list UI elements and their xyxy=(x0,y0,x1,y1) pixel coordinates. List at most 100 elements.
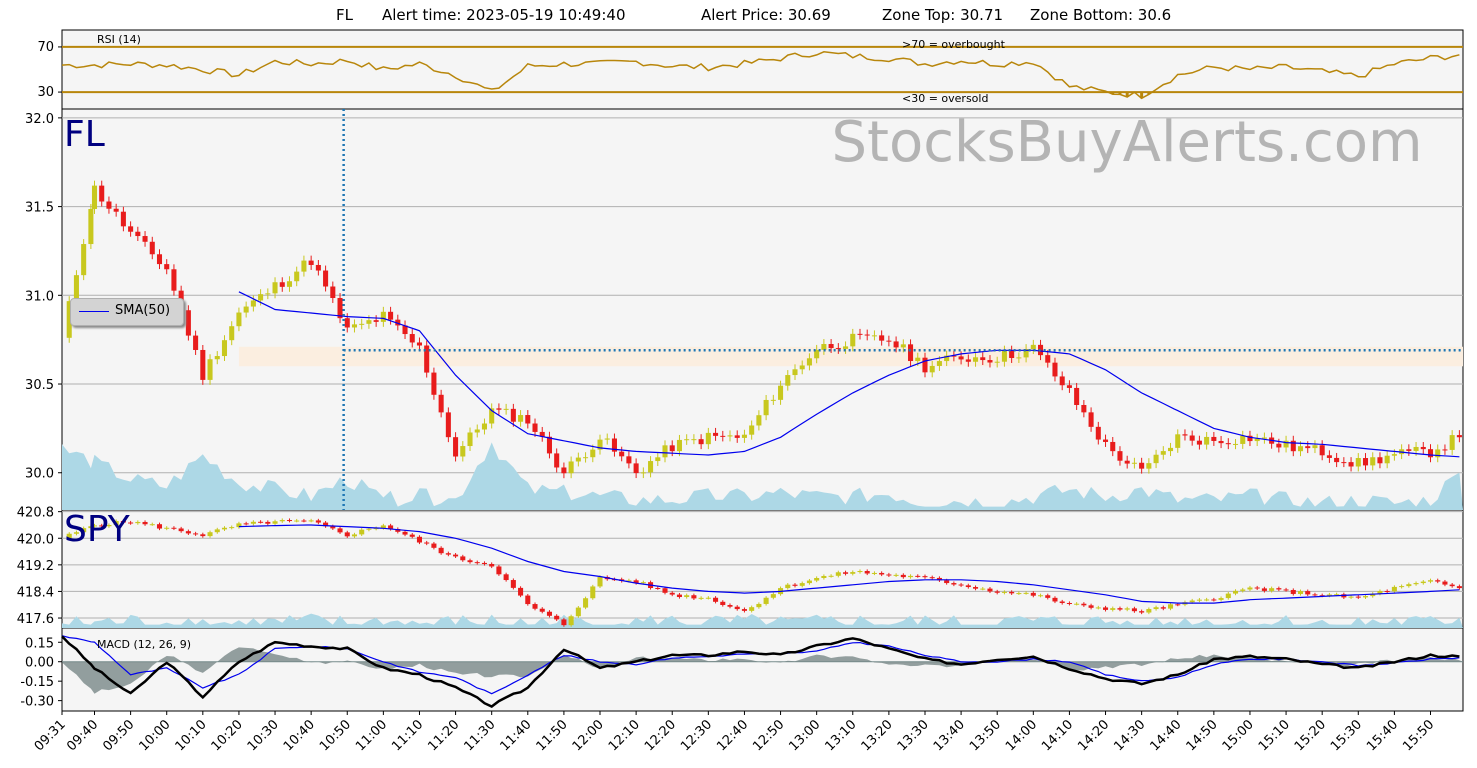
macd-ytick-label: -0.30 xyxy=(20,695,54,710)
x-tick-label: 10:30 xyxy=(245,717,282,754)
fl-candle xyxy=(1153,454,1159,464)
spy-candle xyxy=(1175,604,1181,606)
spy-candle xyxy=(1312,594,1318,596)
rsi-ytick-label: 30 xyxy=(37,85,54,100)
spy-candle xyxy=(243,523,249,525)
x-tick-label: 11:40 xyxy=(498,717,535,754)
spy-candle xyxy=(655,588,661,590)
fl-candle xyxy=(323,270,329,287)
spy-candle xyxy=(221,527,228,530)
fl-candle xyxy=(1189,435,1195,441)
fl-candle xyxy=(1131,462,1137,464)
spy-candle xyxy=(1297,591,1304,594)
spy-candle xyxy=(763,597,769,604)
fl-candle xyxy=(1103,439,1109,442)
spy-candle xyxy=(525,595,531,605)
spy-candle xyxy=(1074,603,1080,605)
x-tick-label: 12:50 xyxy=(750,717,787,754)
spy-candle xyxy=(315,520,321,523)
spy-candle xyxy=(366,528,372,530)
spy-candle xyxy=(590,586,596,599)
spy-candle xyxy=(980,588,986,590)
fl-candle xyxy=(135,231,141,237)
spy-candle xyxy=(178,528,184,532)
fl-candle xyxy=(1001,350,1007,362)
x-tick-label: 10:40 xyxy=(281,717,318,754)
x-tick-label: 13:40 xyxy=(931,717,968,754)
spy-candle xyxy=(510,580,516,588)
fl-candle xyxy=(344,318,350,328)
spy-candle xyxy=(474,562,480,564)
spy-candle xyxy=(467,560,473,563)
spy-candle xyxy=(344,532,350,537)
rsi-overbought-label: >70 = overbought xyxy=(902,38,1006,51)
spy-candle xyxy=(691,595,697,599)
spy-candle xyxy=(1196,599,1202,601)
fl-candle xyxy=(1449,435,1455,450)
spy-candle xyxy=(1254,587,1260,589)
spy-candle xyxy=(193,533,199,535)
spy-candle xyxy=(857,571,863,573)
spy-ytick-label: 420.0 xyxy=(17,532,54,547)
fl-candle xyxy=(886,340,892,342)
fl-candle xyxy=(445,412,451,438)
spy-candle xyxy=(1146,609,1152,613)
fl-candle xyxy=(778,385,784,400)
fl-candle xyxy=(503,408,509,410)
fl-candle xyxy=(294,271,300,282)
spy-candle xyxy=(337,528,343,533)
x-tick-label: 14:50 xyxy=(1184,717,1221,754)
fl-candle xyxy=(727,435,733,437)
fl-candle xyxy=(1182,434,1188,436)
fl-candle xyxy=(301,260,307,272)
fl-candle xyxy=(1052,362,1058,377)
spy-candle xyxy=(460,556,466,561)
fl-candle xyxy=(142,236,148,242)
fl-candle xyxy=(741,434,747,438)
spy-candle xyxy=(1167,604,1174,609)
fl-candle xyxy=(1074,387,1080,405)
spy-candle xyxy=(1045,595,1051,598)
spy-candle xyxy=(785,584,791,589)
spy-candle xyxy=(265,521,271,524)
fl-candle xyxy=(366,320,372,324)
fl-candle xyxy=(1059,376,1065,386)
spy-candle xyxy=(1066,603,1072,605)
fl-candle xyxy=(720,435,726,437)
x-tick-label: 13:30 xyxy=(895,717,932,754)
fl-candle xyxy=(554,453,560,468)
spy-candle xyxy=(1269,588,1275,591)
spy-candle xyxy=(229,527,235,529)
fl-candle xyxy=(243,306,249,313)
fl-candle xyxy=(770,399,776,401)
x-tick-label: 10:00 xyxy=(136,717,173,754)
spy-candle xyxy=(1442,581,1448,585)
spy-candle xyxy=(749,607,755,611)
fl-candle xyxy=(879,335,885,341)
macd-ytick-label: -0.15 xyxy=(20,675,54,690)
spy-candle xyxy=(164,527,170,529)
fl-candle xyxy=(713,432,719,436)
spy-candle xyxy=(1305,591,1311,595)
fl-candle xyxy=(388,311,394,320)
fl-candle xyxy=(922,357,928,373)
fl-candle xyxy=(1384,455,1390,464)
spy-candle xyxy=(489,563,495,567)
spy-candle xyxy=(1456,586,1462,589)
spy-candle xyxy=(1283,589,1289,591)
fl-candle xyxy=(1312,445,1318,449)
rsi-ytick-label: 70 xyxy=(37,40,54,55)
x-tick-label: 09:40 xyxy=(64,717,101,754)
spy-candle xyxy=(532,604,538,609)
spy-candle xyxy=(1160,607,1166,609)
fl-candle xyxy=(1110,441,1116,452)
spy-candle xyxy=(1276,588,1282,590)
spy-candle xyxy=(720,601,726,606)
fl-candle xyxy=(518,415,524,422)
spy-candle xyxy=(871,572,877,574)
spy-candle xyxy=(481,562,487,564)
fl-candle xyxy=(987,360,993,363)
fl-candle xyxy=(229,326,235,341)
spy-candle xyxy=(1290,589,1296,594)
fl-candle xyxy=(684,439,690,441)
